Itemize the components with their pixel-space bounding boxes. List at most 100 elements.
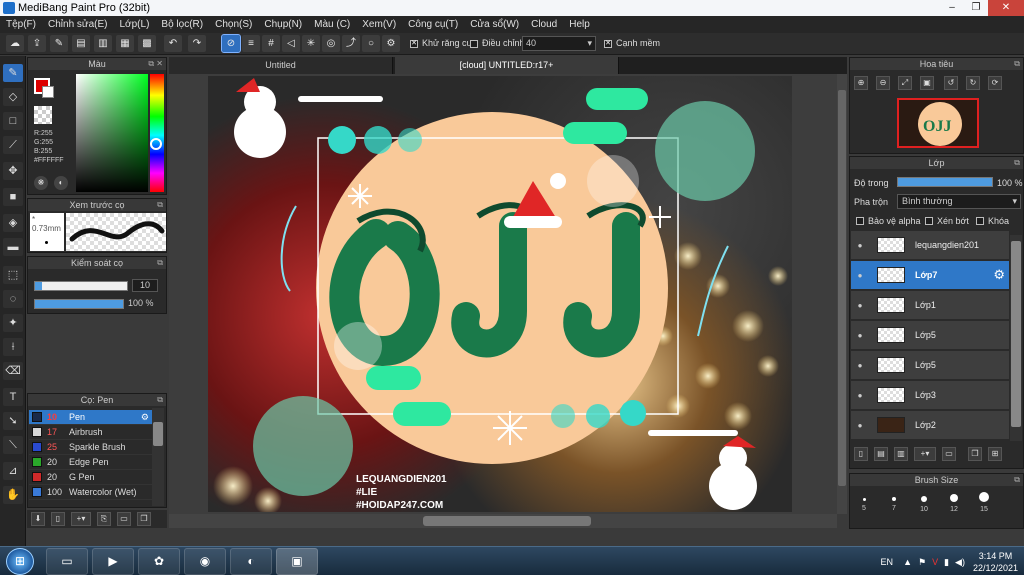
eye-icon[interactable]: ●	[851, 391, 869, 400]
dot-tool-icon[interactable]: ⟋	[3, 136, 23, 154]
duplicate-icon[interactable]: ❐	[137, 512, 151, 526]
smooth-checkbox[interactable]: ✕	[604, 40, 612, 48]
tray-arrow-icon[interactable]: ▲	[903, 557, 912, 567]
curve-snap-icon[interactable]: ⤴	[342, 35, 360, 52]
brush-opacity-slider[interactable]	[34, 299, 124, 309]
layer-row[interactable]: ● Lớp5	[851, 321, 1009, 350]
fit-icon[interactable]: ⤢	[898, 76, 912, 90]
minimize-icon[interactable]: –	[940, 0, 964, 16]
panel-menu-icon[interactable]: ⧉	[1014, 474, 1020, 486]
network-icon[interactable]: ▮	[944, 557, 949, 568]
merge-layer-icon[interactable]: ⊞	[988, 447, 1002, 461]
hue-slider[interactable]	[150, 74, 164, 192]
canvas-vertical-scrollbar[interactable]	[837, 74, 847, 514]
document-icon[interactable]: ▥	[94, 35, 112, 52]
hand-tool-icon[interactable]: ✋	[3, 486, 23, 504]
add-layer-menu-icon[interactable]: +▾	[914, 447, 936, 461]
brush-item[interactable]: 20 Edge Pen	[29, 455, 152, 470]
panel-menu-icon[interactable]: ⧉ ✕	[148, 58, 163, 70]
tiles-icon[interactable]: ▩	[138, 35, 156, 52]
fill-shape-icon[interactable]: ■	[3, 188, 23, 206]
gear-icon[interactable]: ⚙	[993, 267, 1005, 283]
zoom-in-icon[interactable]: ⊕	[854, 76, 868, 90]
brush-size-preset[interactable]: 12	[942, 494, 966, 513]
grid-snap-icon[interactable]: #	[262, 35, 280, 52]
eye-icon[interactable]: ●	[851, 361, 869, 370]
brush-size-preset[interactable]: 10	[912, 496, 936, 513]
maximize-icon[interactable]: ❐	[964, 0, 988, 16]
snap-settings-icon[interactable]: ⚙	[382, 35, 400, 52]
parallel-snap-icon[interactable]: ≡	[242, 35, 260, 52]
brush-size-slider[interactable]	[34, 281, 128, 291]
transparent-color-swatch[interactable]	[34, 106, 52, 124]
menu-cloud[interactable]: Cloud	[525, 19, 563, 30]
menu-edit[interactable]: Chỉnh sửa(E)	[42, 19, 114, 30]
tab-cloud-untitled[interactable]: [cloud] UNTITLED:r17+	[395, 57, 619, 74]
magic-wand-icon[interactable]: ✦	[3, 314, 23, 332]
gradient-tool-icon[interactable]: ▬	[3, 238, 23, 256]
layer-folder-icon[interactable]: ▭	[942, 447, 956, 461]
layer-opacity-slider[interactable]	[897, 177, 993, 187]
scroll-thumb[interactable]	[1011, 241, 1021, 427]
menu-help[interactable]: Help	[563, 19, 596, 30]
brush-size-value[interactable]: 10	[132, 279, 158, 292]
operation-tool-icon[interactable]: ➘	[3, 412, 23, 430]
brush-size-preset[interactable]: 15	[972, 492, 996, 513]
move-tool-icon[interactable]: ✥	[3, 162, 23, 180]
add-brush-icon[interactable]: +▾	[71, 512, 91, 526]
antialias-checkbox[interactable]: ✕	[410, 40, 418, 48]
scroll-thumb[interactable]	[423, 516, 591, 526]
layer-row[interactable]: ● Lớp3	[851, 381, 1009, 410]
brush-list-scrollbar[interactable]	[152, 408, 164, 506]
layer-scrollbar[interactable]	[1010, 235, 1022, 441]
canvas-horizontal-scrollbar[interactable]	[169, 514, 837, 528]
language-indicator[interactable]: EN	[881, 557, 894, 567]
eye-icon[interactable]: ●	[851, 301, 869, 310]
scroll-thumb[interactable]	[838, 90, 846, 486]
scroll-thumb[interactable]	[153, 422, 163, 446]
snap-off-icon[interactable]: ⊘	[221, 34, 241, 53]
select-tool-icon[interactable]: ⬚	[3, 266, 23, 284]
brush-item[interactable]: 17 Airbrush	[29, 425, 152, 440]
download-brush-icon[interactable]: ⬇	[31, 512, 45, 526]
layer-row[interactable]: ● Lớp5	[851, 351, 1009, 380]
comment-icon[interactable]: ✎	[50, 35, 68, 52]
copy-brush-icon[interactable]: ⎘	[97, 512, 111, 526]
clock[interactable]: 3:14 PM 22/12/2021	[973, 550, 1018, 574]
layer-row[interactable]: ● Lớp2	[851, 411, 1009, 440]
new-halftone-layer-icon[interactable]: ▤	[874, 447, 888, 461]
saturation-value-picker[interactable]	[76, 74, 148, 192]
undo-icon[interactable]: ↶	[164, 35, 182, 52]
export-icon[interactable]: ⇪	[28, 35, 46, 52]
flag-icon[interactable]: ⚑	[918, 557, 926, 568]
menu-snap[interactable]: Chụp(N)	[258, 19, 308, 30]
paint-app-icon[interactable]: ◐	[230, 548, 272, 575]
cloud-icon[interactable]: ☁	[6, 35, 24, 52]
menu-file[interactable]: Tệp(F)	[0, 19, 42, 30]
coccoc-browser-icon[interactable]: ✿	[138, 548, 180, 575]
volume-icon[interactable]: ◀)	[955, 557, 965, 568]
text-tool-icon[interactable]: T	[3, 388, 23, 406]
menu-view[interactable]: Xem(V)	[356, 19, 402, 30]
protect-alpha-checkbox[interactable]	[856, 217, 864, 225]
divide-tool-icon[interactable]: ⟍	[3, 436, 23, 454]
layer-row[interactable]: ● Lớp1	[851, 291, 1009, 320]
brush-size-preset[interactable]: 5	[852, 498, 876, 512]
start-button-icon[interactable]: ⊞	[6, 548, 34, 575]
layer-row[interactable]: ● Lớp7 ⚙	[851, 261, 1009, 290]
chrome-icon[interactable]: ◉	[184, 548, 226, 575]
grid-panel-icon[interactable]: ▦	[116, 35, 134, 52]
file-explorer-icon[interactable]: ▭	[46, 548, 88, 575]
radial-snap-icon[interactable]: ✳	[302, 35, 320, 52]
duplicate-layer-icon[interactable]: ❐	[968, 447, 982, 461]
page-icon[interactable]: ▤	[72, 35, 90, 52]
brush-item[interactable]: 100 Watercolor (Wet)	[29, 485, 152, 500]
hue-handle[interactable]	[150, 138, 162, 150]
palette-icon[interactable]: ❋	[34, 176, 48, 190]
redo-icon[interactable]: ↷	[188, 35, 206, 52]
rotate-left-icon[interactable]: ↺	[944, 76, 958, 90]
menu-filter[interactable]: Bộ lọc(R)	[155, 19, 209, 30]
tab-untitled[interactable]: Untitled	[169, 57, 393, 74]
new-brush-icon[interactable]: ▯	[51, 512, 65, 526]
antivirus-icon[interactable]: V	[932, 557, 938, 567]
